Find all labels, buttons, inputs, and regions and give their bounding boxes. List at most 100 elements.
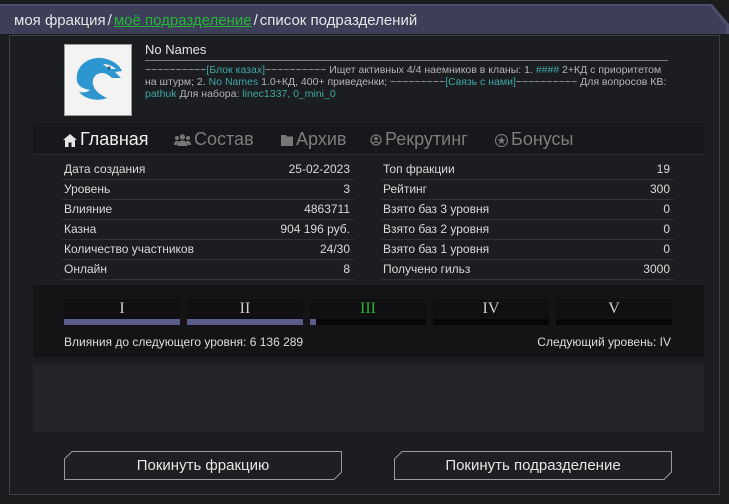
stats-right: Топ фракции 19 Рейтинг 300 Взято баз 3 уро… [381, 160, 674, 280]
level-progress-fill [310, 319, 316, 325]
level-panel: I II III IV V Влияния до следующего уров… [33, 285, 704, 357]
stat-row-bases-1: Взято баз 1 уровня 0 [381, 240, 674, 260]
stat-value: 19 [656, 162, 670, 176]
stat-value: 4863711 [304, 202, 350, 216]
breadcrumb: моя фракция / моё подразделение / список под… [14, 12, 417, 29]
folder-icon [281, 135, 293, 147]
level-progress-track [310, 319, 426, 325]
level-label: II [239, 300, 251, 317]
stat-row-influence: Влияние 4863711 [62, 200, 354, 220]
desc-text: ~~~~~~~~~~ Ищет активных 4/4 наемников в… [264, 64, 536, 76]
divider [145, 60, 668, 61]
stat-row-shells: Получено гильз 3000 [381, 260, 674, 280]
tab-bonuses[interactable]: Бонусы [495, 129, 574, 150]
tab-label: Главная [80, 129, 149, 149]
breadcrumb-bar: моя фракция / моё подразделение / список под… [0, 0, 729, 34]
stat-row-created: Дата создания 25-02-2023 [62, 160, 354, 180]
desc-text: ~~~~~~~~~~ [145, 64, 207, 76]
stat-label: Получено гильз [383, 262, 471, 276]
stat-label: Взято баз 2 уровня [383, 222, 490, 236]
stat-row-members: Количество участников 24/30 [62, 240, 354, 260]
faction-name: No Names [145, 42, 207, 57]
stat-row-level: Уровень 3 [62, 180, 354, 200]
desc-text: Для набора: [176, 88, 243, 101]
users-icon [174, 134, 191, 147]
stat-label: Взято баз 3 уровня [383, 202, 490, 216]
desc-text: 1.0+КД, 400+ приведенки; ~~~~~~~~~ [258, 76, 446, 89]
desc-link[interactable]: [Связь с нами] [445, 76, 516, 88]
stat-value: 8 [343, 262, 350, 276]
tab-label: Состав [194, 129, 254, 149]
breadcrumb-my-division[interactable]: моё подразделение [114, 12, 252, 29]
recruit-icon [370, 134, 382, 146]
stat-value: 24/30 [319, 242, 350, 256]
breadcrumb-separator: / [107, 12, 112, 29]
button-label: Покинуть подразделение [445, 457, 621, 474]
influence-to-next: Влияния до следующего уровня: 6 136 289 [64, 335, 304, 349]
level-progress-fill [64, 319, 180, 325]
level-segment-1: I [64, 299, 180, 325]
desc-link[interactable]: No Names [209, 76, 259, 88]
faction-description: ~~~~~~~~~~[Блок казах]~~~~~~~~~~ Ищет ак… [145, 64, 670, 101]
desc-link[interactable]: linec1337, 0_mini_0 [242, 88, 335, 100]
stat-row-rating: Рейтинг 300 [381, 180, 674, 200]
faction-logo [64, 44, 132, 116]
breadcrumb-separator: / [253, 12, 258, 29]
level-segment-4: IV [433, 299, 549, 325]
stat-label: Топ фракции [383, 162, 455, 176]
eagle-icon [76, 57, 122, 100]
tab-label: Архив [296, 129, 347, 149]
level-segment-2: II [187, 299, 303, 325]
tab-members[interactable]: Состав [174, 129, 254, 150]
level-progress-track [556, 319, 672, 325]
tab-bar: Главная Состав Архив Рекрутинг Бонусы [33, 123, 704, 155]
button-label: Покинуть фракцию [136, 457, 270, 474]
stats-left: Дата создания 25-02-2023 Уровень 3 Влияние… [62, 160, 354, 280]
desc-link[interactable]: pathuk [145, 88, 177, 100]
stat-value: 0 [663, 202, 670, 216]
leave-faction-button[interactable]: Покинуть фракцию [64, 451, 342, 480]
stat-label: Онлайн [64, 262, 107, 276]
stat-label: Влияние [64, 202, 113, 216]
breadcrumb-my-faction[interactable]: моя фракция [14, 12, 106, 29]
next-level: Следующий уровень: IV [537, 335, 671, 349]
desc-link[interactable]: #### [536, 64, 559, 76]
home-icon [63, 133, 77, 147]
stat-label: Казна [64, 222, 97, 236]
tab-label: Бонусы [511, 129, 574, 149]
level-segment-3: III [310, 299, 426, 325]
stat-row-online: Онлайн 8 [62, 260, 354, 280]
stat-label: Количество участников [64, 242, 194, 256]
desc-link[interactable]: [Блок казах] [206, 64, 265, 76]
level-label: V [608, 300, 620, 317]
stat-value: 25-02-2023 [288, 162, 350, 176]
empty-panel [33, 364, 704, 432]
tab-recruiting[interactable]: Рекрутинг [370, 129, 468, 150]
stat-row-bases-2: Взято баз 2 уровня 0 [381, 220, 674, 240]
stat-value: 904 196 руб. [280, 222, 350, 236]
level-progress-track [433, 319, 549, 325]
tab-label: Рекрутинг [385, 129, 468, 149]
stat-value: 0 [663, 242, 670, 256]
stat-value: 3 [343, 182, 350, 196]
stat-label: Дата создания [64, 162, 146, 176]
stat-row-bases-3: Взято баз 3 уровня 0 [381, 200, 674, 220]
tab-archive[interactable]: Архив [281, 129, 346, 150]
stat-label: Уровень [64, 182, 111, 196]
stat-value: 3000 [643, 262, 670, 276]
level-segment-5: V [556, 299, 672, 325]
stat-label: Взято баз 1 уровня [383, 242, 490, 256]
stat-value: 0 [663, 222, 670, 236]
tab-main[interactable]: Главная [63, 129, 149, 150]
level-progress-fill [187, 319, 303, 325]
stat-value: 300 [649, 182, 670, 196]
stat-row-treasury: Казна 904 196 руб. [62, 220, 354, 240]
stat-label: Рейтинг [383, 182, 428, 196]
desc-text: ~~~~~~~~~~ Для вопросов КВ: [515, 76, 667, 89]
leave-division-button[interactable]: Покинуть подразделение [394, 451, 672, 480]
level-label: III [360, 300, 376, 317]
breadcrumb-division-list[interactable]: список подразделений [260, 12, 417, 29]
level-label: IV [482, 300, 500, 317]
star-badge-icon [495, 133, 508, 147]
stat-row-top: Топ фракции 19 [381, 160, 674, 180]
